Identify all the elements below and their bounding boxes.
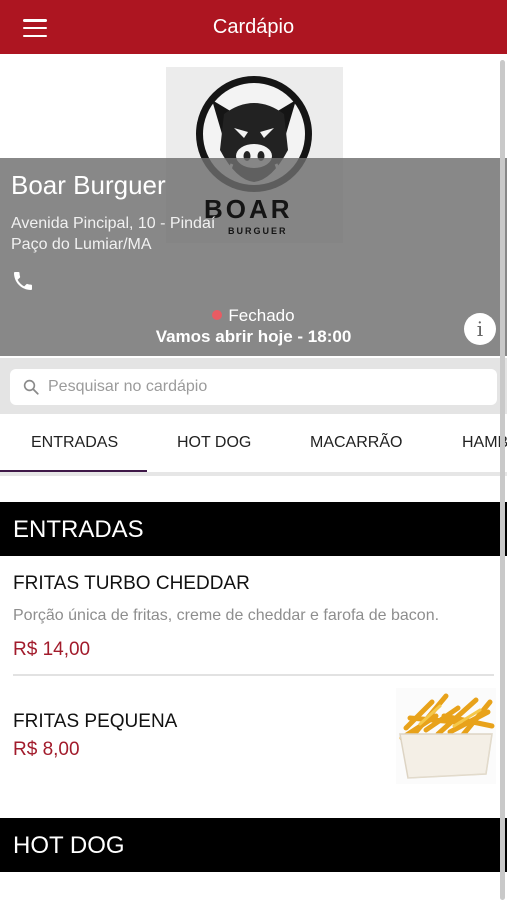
- item-divider: [13, 674, 494, 676]
- section-header-hot-dog: HOT DOG: [0, 818, 507, 872]
- active-tab-indicator: [0, 470, 147, 472]
- phone-icon[interactable]: [11, 269, 35, 293]
- search-input[interactable]: [48, 378, 497, 396]
- store-address-line1: Avenida Pincipal, 10 - Pindaí: [11, 215, 216, 232]
- store-hours: Vamos abrir hoje - 18:00: [155, 327, 352, 346]
- tab-macarrao[interactable]: MACARRÃO: [310, 434, 402, 452]
- search-icon: [23, 379, 39, 395]
- search-bar-container: [0, 358, 507, 414]
- menu-item-title[interactable]: FRITAS PEQUENA: [13, 711, 177, 733]
- info-icon[interactable]: i: [464, 313, 496, 345]
- logo-subword: BURGUER: [228, 226, 288, 236]
- tab-entradas[interactable]: ENTRADAS: [31, 434, 118, 452]
- status-dot: [212, 310, 223, 320]
- status-label: Fechado: [228, 306, 295, 325]
- store-name: Boar Burguer: [11, 170, 166, 200]
- logo-word: BOAR: [204, 194, 293, 224]
- tab-hot-dog[interactable]: HOT DOG: [177, 434, 251, 452]
- store-status: Fechado: [0, 306, 507, 326]
- fries-image[interactable]: [396, 688, 496, 784]
- search-box[interactable]: [10, 369, 497, 405]
- app-title: Cardápio: [212, 15, 295, 38]
- menu-item-description: Porção única de fritas, creme de cheddar…: [13, 607, 440, 624]
- menu-item-title[interactable]: FRITAS TURBO CHEDDAR: [13, 573, 250, 595]
- menu-item-price: R$ 8,00: [13, 739, 80, 760]
- hamburger-menu-icon[interactable]: [18, 16, 52, 40]
- store-header: BOAR BURGUER Boar Burguer Avenida Pincip…: [0, 54, 507, 356]
- app-bar: Cardápio: [0, 0, 507, 54]
- section-header-entradas: ENTRADAS: [0, 502, 507, 556]
- menu-item-price: R$ 14,00: [13, 639, 91, 660]
- category-tabs: ENTRADAS HOT DOG MACARRÃO HAMBÚRGUER: [0, 414, 507, 476]
- scrollbar[interactable]: [500, 60, 505, 900]
- store-address-line2: Paço do Lumiar/MA: [11, 236, 152, 253]
